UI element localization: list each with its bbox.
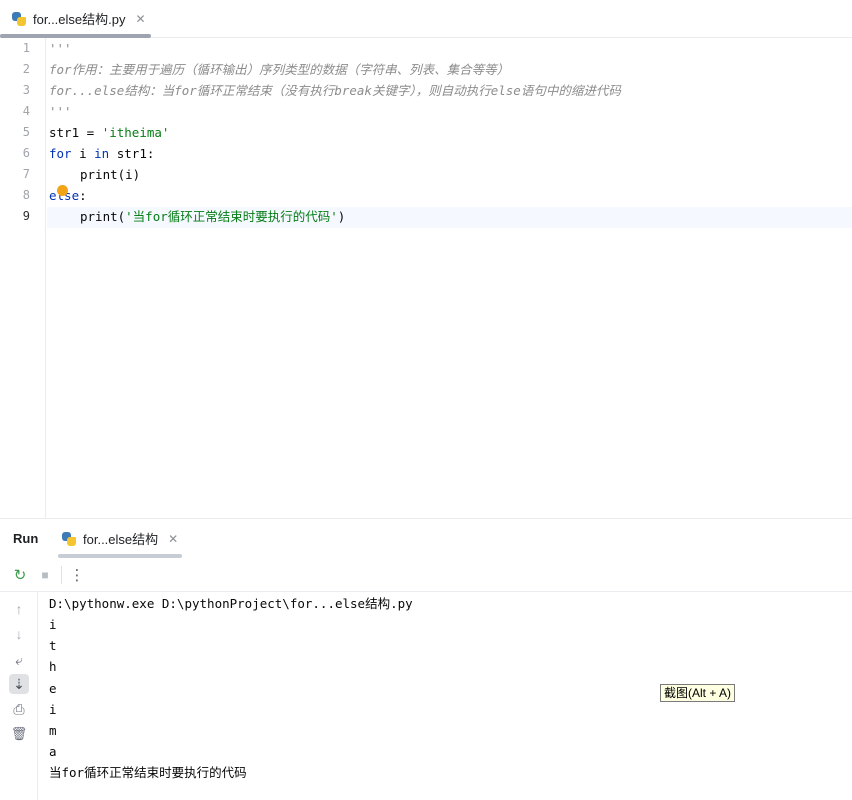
run-config-tab[interactable]: for...else结构 ✕ [62,519,182,558]
close-paren: ) [337,209,346,224]
python-run-icon [62,531,76,546]
console-output-line: h [49,659,57,674]
line-number: 1 [22,41,30,55]
string-literal: '当for循环正常结束时要执行的代码' [125,209,338,224]
toolbar-separator [61,566,62,584]
close-tab-icon[interactable]: ✕ [135,12,145,26]
run-toolbar: ↻ ■ ⋮ [0,558,852,592]
colon: : [79,188,87,203]
screenshot-tooltip: 截图(Alt + A) [660,684,736,702]
console-output-line: m [49,723,57,738]
line-number: 3 [22,83,30,97]
arrow-down-icon[interactable]: ↓ [9,624,29,644]
console-output-line: i [49,617,57,632]
python-file-icon [12,11,26,26]
line-number: 8 [22,188,30,202]
docstring-open: ''' [49,41,72,56]
arrow-up-icon[interactable]: ↑ [9,599,29,619]
print-fn: print( [80,209,126,224]
docstring-close: ''' [49,104,72,119]
keyword-in: in [94,146,110,161]
line-number: 4 [22,104,30,118]
console-output-line: i [49,702,57,717]
code-line-3: for...else结构：当for循环正常结束（没有执行break关键字），则自… [49,80,621,101]
loop-var: i [71,146,95,161]
code-line-5: str1 = 'itheima' [49,122,169,143]
code-line-1: ''' [49,38,72,59]
keyword-for: for [49,146,72,161]
code-line-4: ''' [49,101,72,122]
console-side-toolbar: ↑ ↓ ⤶ ⇣ ⎙ 🗑 [0,592,38,800]
console-output-line: e [49,681,57,696]
run-tab-label: for...else结构 [83,532,159,547]
editor-tab-for-else[interactable]: for...else结构.py ✕ [0,0,151,37]
editor-tab-bar: for...else结构.py ✕ [0,0,852,38]
console-output-line: a [49,744,57,759]
more-options-icon[interactable]: ⋮ [68,566,86,584]
rerun-icon[interactable]: ↻ [11,566,29,584]
trash-icon[interactable]: 🗑 [9,724,29,744]
line-number-gutter: 1 2 3 4 5 6 7 8 9 [0,38,46,518]
line-number: 2 [22,62,30,76]
close-run-tab-icon[interactable]: ✕ [168,532,178,546]
run-tool-window-header: Run for...else结构 ✕ [0,518,852,558]
console-output-line: 当for循环正常结束时要执行的代码 [49,765,247,780]
code-line-9: print('当for循环正常结束时要执行的代码') [49,206,345,227]
assignment: str1 = [49,125,102,140]
line-number: 6 [22,146,30,160]
stop-icon[interactable]: ■ [36,566,54,584]
comment-text: for...else结构：当for循环正常结束（没有执行break关键字），则自… [49,83,621,98]
line-number: 5 [22,125,30,139]
code-editor[interactable]: 1 2 3 4 5 6 7 8 9 ''' for作用：主要用于遍历（循环输出）… [0,38,852,518]
line-number-current: 9 [22,209,30,223]
console-command-line: D:\pythonw.exe D:\pythonProject\for...el… [49,596,413,611]
editor-tab-label: for...else结构.py [33,12,126,27]
code-line-7: print(i) [49,164,140,185]
comment-text: for作用：主要用于遍历（循环输出）序列类型的数据（字符串、列表、集合等等） [49,62,510,77]
code-line-2: for作用：主要用于遍历（循环输出）序列类型的数据（字符串、列表、集合等等） [49,59,509,80]
soft-wrap-icon[interactable]: ⤶ [9,650,29,670]
intention-bulb-icon[interactable] [57,185,68,196]
console-output-line: t [49,638,57,653]
string-literal: 'itheima' [101,125,170,140]
print-icon[interactable]: ⎙ [9,699,29,719]
run-panel-title: Run [13,531,39,546]
print-call: print(i) [80,167,141,182]
line-number: 7 [22,167,30,181]
scroll-to-end-icon[interactable]: ⇣ [9,674,29,694]
code-line-6: for i in str1: [49,143,154,164]
loop-iterable: str1: [109,146,155,161]
